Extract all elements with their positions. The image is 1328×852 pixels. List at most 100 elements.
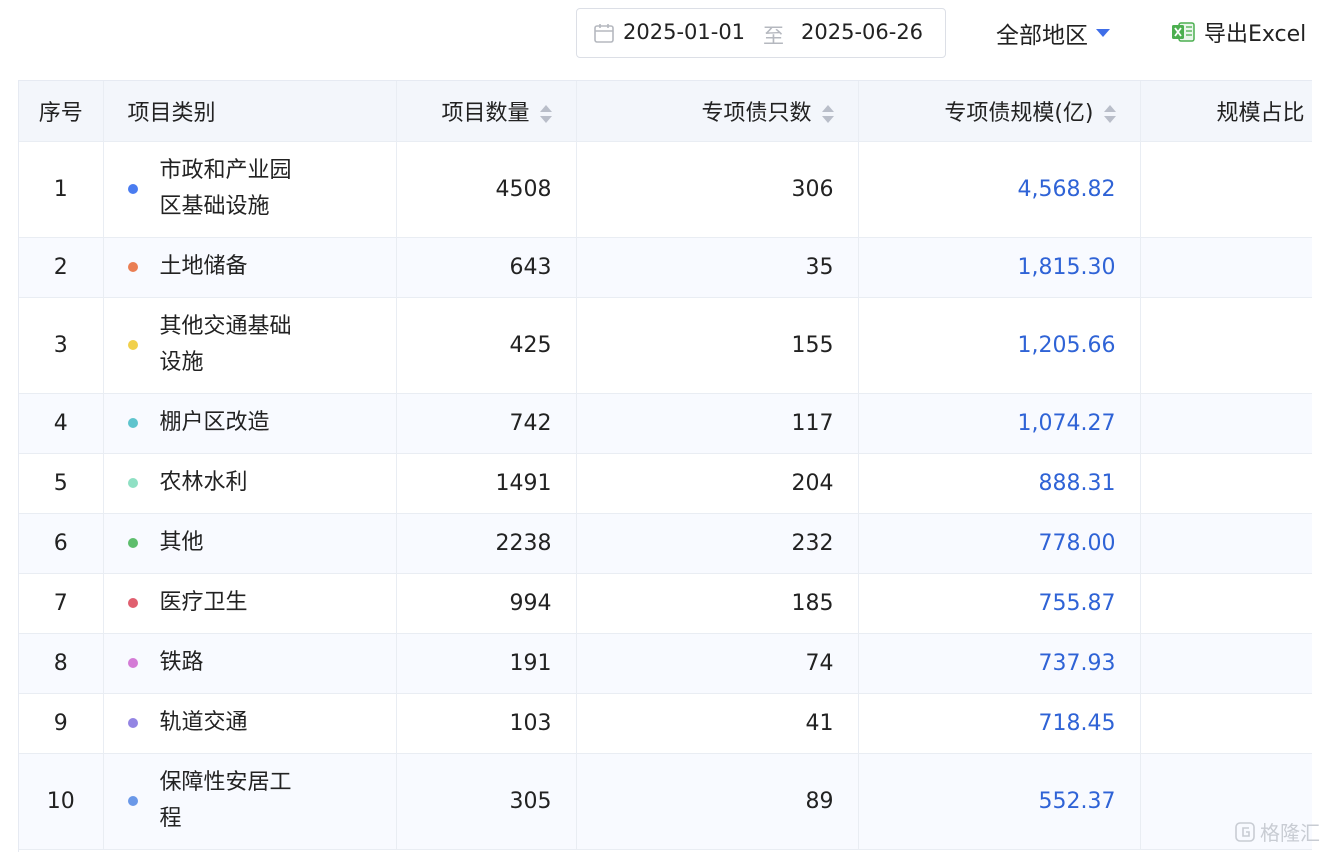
header-bond-count-label: 专项债只数 (701, 100, 812, 126)
cell-index: 4 (19, 393, 104, 454)
cell-category: 棚户区改造 (103, 393, 397, 454)
cell-category: 土地储备 (103, 237, 397, 298)
cell-ratio (1140, 513, 1312, 574)
cell-index: 8 (19, 633, 104, 694)
excel-icon (1172, 22, 1195, 42)
category-dot-icon (127, 658, 138, 668)
cell-count: 1491 (396, 453, 577, 514)
cell-bond-count: 155 (576, 297, 859, 394)
cell-index: 10 (19, 753, 104, 850)
cell-index: 5 (19, 453, 104, 514)
logo-icon (1235, 821, 1255, 842)
cell-scale[interactable]: 718.45 (858, 693, 1141, 754)
cell-index: 6 (19, 513, 104, 574)
category-dot-icon (127, 262, 138, 272)
cell-category: 轨道交通 (103, 693, 397, 754)
cell-bond-count: 35 (576, 237, 859, 298)
header-ratio[interactable]: 规模占比 (1140, 81, 1312, 142)
cell-ratio (1140, 141, 1312, 238)
header-count-label: 项目数量 (441, 100, 530, 126)
cell-ratio (1140, 693, 1312, 754)
header-scale-label: 专项债规模(亿) (944, 100, 1094, 126)
cell-category: 铁路 (103, 633, 397, 694)
cell-ratio (1140, 453, 1312, 514)
cell-bond-count: 117 (576, 393, 859, 454)
table-row[interactable]: 6 其他 2238 232 778.00 (19, 513, 1312, 574)
table-row[interactable]: 7 医疗卫生 994 185 755.87 (19, 573, 1312, 634)
sort-icon[interactable] (539, 104, 552, 124)
cell-count: 103 (396, 693, 577, 754)
cell-index: 7 (19, 573, 104, 634)
category-dot-icon (127, 184, 138, 194)
category-dot-icon (127, 418, 138, 428)
cell-category: 其他 (103, 513, 397, 574)
cell-scale[interactable]: 737.93 (858, 633, 1141, 694)
header-scale[interactable]: 专项债规模(亿) (858, 81, 1141, 142)
cell-scale[interactable]: 552.37 (858, 753, 1141, 850)
cell-count: 425 (396, 297, 577, 394)
header-count[interactable]: 项目数量 (396, 81, 577, 142)
table-row[interactable]: 3 其他交通基础设施 425 155 1,205.66 (19, 297, 1312, 394)
category-dot-icon (127, 478, 138, 488)
cell-count: 4508 (396, 141, 577, 238)
cell-scale[interactable]: 888.31 (858, 453, 1141, 514)
cell-bond-count: 306 (576, 141, 859, 238)
category-dot-icon (127, 340, 138, 350)
sort-icon[interactable] (1103, 104, 1116, 124)
sort-icon[interactable] (821, 104, 834, 124)
table-row[interactable]: 1 市政和产业园区基础设施 4508 306 4,568.82 (19, 141, 1312, 238)
region-label: 全部地区 (996, 23, 1088, 49)
table-row[interactable]: 9 轨道交通 103 41 718.45 (19, 693, 1312, 754)
cell-scale[interactable]: 1,074.27 (858, 393, 1141, 454)
table-row[interactable]: 8 铁路 191 74 737.93 (19, 633, 1312, 694)
calendar-icon (594, 24, 614, 43)
cell-index: 9 (19, 693, 104, 754)
cell-ratio (1140, 633, 1312, 694)
cell-count: 2238 (396, 513, 577, 574)
cell-bond-count: 74 (576, 633, 859, 694)
category-dot-icon (127, 538, 138, 548)
cell-index: 2 (19, 237, 104, 298)
cell-ratio (1140, 393, 1312, 454)
date-start[interactable]: 2025-01-01 (623, 20, 745, 44)
cell-index: 3 (19, 297, 104, 394)
region-dropdown[interactable]: 全部地区 (996, 16, 1110, 50)
cell-index: 1 (19, 141, 104, 238)
cell-bond-count: 232 (576, 513, 859, 574)
cell-category: 其他交通基础设施 (103, 297, 397, 394)
cell-scale[interactable]: 1,815.30 (858, 237, 1141, 298)
cell-count: 643 (396, 237, 577, 298)
header-index: 序号 (19, 81, 104, 142)
toolbar: 2025-01-01 至 2025-06-26 全部地区 导出Excel (0, 0, 1328, 70)
date-separator: 至 (763, 24, 784, 48)
cell-bond-count: 185 (576, 573, 859, 634)
cell-bond-count: 41 (576, 693, 859, 754)
cell-bond-count: 89 (576, 753, 859, 850)
caret-down-icon (1096, 29, 1110, 37)
category-dot-icon (127, 598, 138, 608)
cell-count: 305 (396, 753, 577, 850)
table-row[interactable]: 4 棚户区改造 742 117 1,074.27 (19, 393, 1312, 454)
cell-count: 994 (396, 573, 577, 634)
table-header-row: 序号 项目类别 项目数量 专项债只数 专项债规模(亿) 规模占比 (19, 81, 1312, 142)
table-row[interactable]: 5 农林水利 1491 204 888.31 (19, 453, 1312, 514)
cell-scale[interactable]: 778.00 (858, 513, 1141, 574)
table-row[interactable]: 10 保障性安居工程 305 89 552.37 (19, 753, 1312, 850)
cell-ratio (1140, 297, 1312, 394)
date-end[interactable]: 2025-06-26 (801, 20, 923, 44)
category-dot-icon (127, 796, 138, 806)
header-bond-count[interactable]: 专项债只数 (576, 81, 859, 142)
cell-count: 742 (396, 393, 577, 454)
cell-bond-count: 204 (576, 453, 859, 514)
table-row[interactable]: 2 土地储备 643 35 1,815.30 (19, 237, 1312, 298)
export-excel-button[interactable]: 导出Excel (1170, 16, 1306, 48)
cell-scale[interactable]: 4,568.82 (858, 141, 1141, 238)
cell-ratio (1140, 237, 1312, 298)
header-category: 项目类别 (103, 81, 397, 142)
cell-scale[interactable]: 1,205.66 (858, 297, 1141, 394)
cell-scale[interactable]: 755.87 (858, 573, 1141, 634)
cell-category: 市政和产业园区基础设施 (103, 141, 397, 238)
category-dot-icon (127, 718, 138, 728)
export-label: 导出Excel (1204, 22, 1307, 47)
date-range-picker[interactable]: 2025-01-01 至 2025-06-26 (576, 8, 946, 58)
